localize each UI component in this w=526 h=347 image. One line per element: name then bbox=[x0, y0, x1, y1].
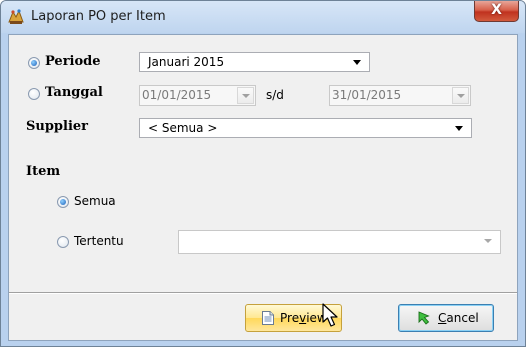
chevron-down-icon bbox=[455, 126, 463, 131]
periode-value: Januari 2015 bbox=[148, 55, 225, 69]
calendar-dropdown-icon[interactable] bbox=[237, 87, 254, 104]
item-tertentu-dropdown[interactable] bbox=[178, 230, 501, 254]
date-range-separator: s/d bbox=[266, 88, 284, 102]
chevron-down-icon bbox=[353, 60, 361, 65]
document-icon bbox=[262, 311, 274, 325]
tanggal-from-value: 01/01/2015 bbox=[142, 88, 212, 102]
item-tertentu-radio[interactable] bbox=[57, 236, 69, 248]
periode-label: Periode bbox=[45, 54, 101, 69]
tanggal-to-value: 31/01/2015 bbox=[332, 88, 402, 102]
item-label: Item bbox=[26, 164, 61, 179]
footer-separator bbox=[9, 292, 517, 294]
green-arrow-icon bbox=[418, 311, 430, 325]
close-icon: X bbox=[491, 2, 502, 18]
supplier-dropdown[interactable]: < Semua > bbox=[139, 118, 472, 138]
report-window: Laporan PO per Item X Periode Januari 20… bbox=[0, 0, 526, 347]
tanggal-to-picker[interactable]: 31/01/2015 bbox=[329, 85, 471, 106]
periode-radio[interactable] bbox=[28, 57, 40, 69]
supplier-label: Supplier bbox=[26, 119, 89, 134]
tanggal-radio[interactable] bbox=[28, 88, 40, 100]
periode-dropdown[interactable]: Januari 2015 bbox=[139, 52, 370, 72]
tanggal-label: Tanggal bbox=[45, 85, 103, 100]
mouse-pointer-icon bbox=[322, 303, 338, 327]
title-bar: Laporan PO per Item X bbox=[1, 1, 525, 33]
window-title: Laporan PO per Item bbox=[31, 9, 166, 24]
item-semua-radio[interactable] bbox=[57, 196, 69, 208]
preview-button-label: Preview bbox=[280, 311, 327, 325]
item-semua-label: Semua bbox=[74, 194, 116, 208]
dialog-body: Periode Januari 2015 Tanggal 01/01/2015 … bbox=[8, 34, 518, 341]
chevron-down-icon bbox=[484, 239, 492, 243]
supplier-value: < Semua > bbox=[148, 121, 218, 135]
cancel-button-label: Cancel bbox=[438, 311, 479, 325]
tanggal-from-picker[interactable]: 01/01/2015 bbox=[139, 85, 256, 106]
app-icon bbox=[8, 9, 24, 24]
calendar-dropdown-icon[interactable] bbox=[452, 87, 469, 104]
item-tertentu-label: Tertentu bbox=[74, 234, 124, 248]
cancel-button[interactable]: Cancel bbox=[398, 304, 494, 332]
close-button[interactable]: X bbox=[474, 1, 519, 22]
